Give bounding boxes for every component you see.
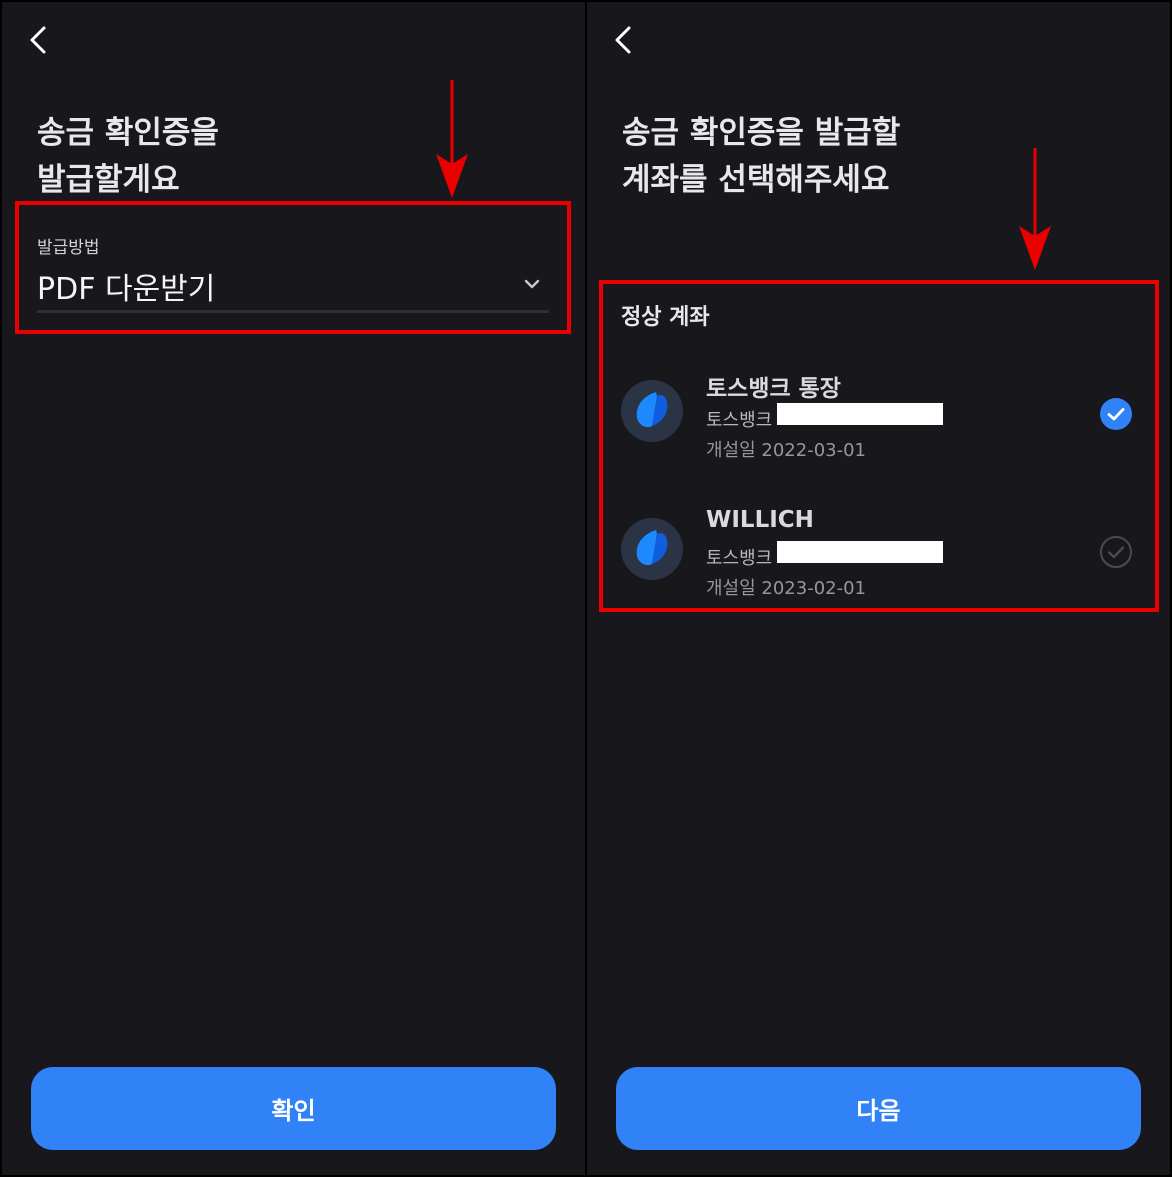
account-select-screen: 송금 확인증을 발급할 계좌를 선택해주세요 정상 계좌 토스뱅크 통장 토스뱅… xyxy=(587,2,1170,1175)
back-chevron-left-icon[interactable] xyxy=(20,20,60,60)
highlight-box xyxy=(15,201,571,334)
title-line: 발급할게요 xyxy=(37,162,180,198)
next-button[interactable]: 다음 xyxy=(616,1067,1141,1150)
issue-method-screen: 송금 확인증을 발급할게요 발급방법 PDF 다운받기 확인 xyxy=(2,2,585,1175)
page-title: 송금 확인증을 발급할게요 xyxy=(37,110,219,204)
red-arrow-annotation xyxy=(436,80,468,198)
title-line: 송금 확인증을 xyxy=(37,115,219,151)
page-title: 송금 확인증을 발급할 계좌를 선택해주세요 xyxy=(622,110,900,204)
back-chevron-left-icon[interactable] xyxy=(605,20,645,60)
red-arrow-annotation xyxy=(1019,148,1051,270)
title-line: 송금 확인증을 발급할 xyxy=(622,115,901,151)
confirm-button[interactable]: 확인 xyxy=(31,1067,556,1150)
title-line: 계좌를 선택해주세요 xyxy=(622,162,890,198)
highlight-box xyxy=(599,280,1159,612)
